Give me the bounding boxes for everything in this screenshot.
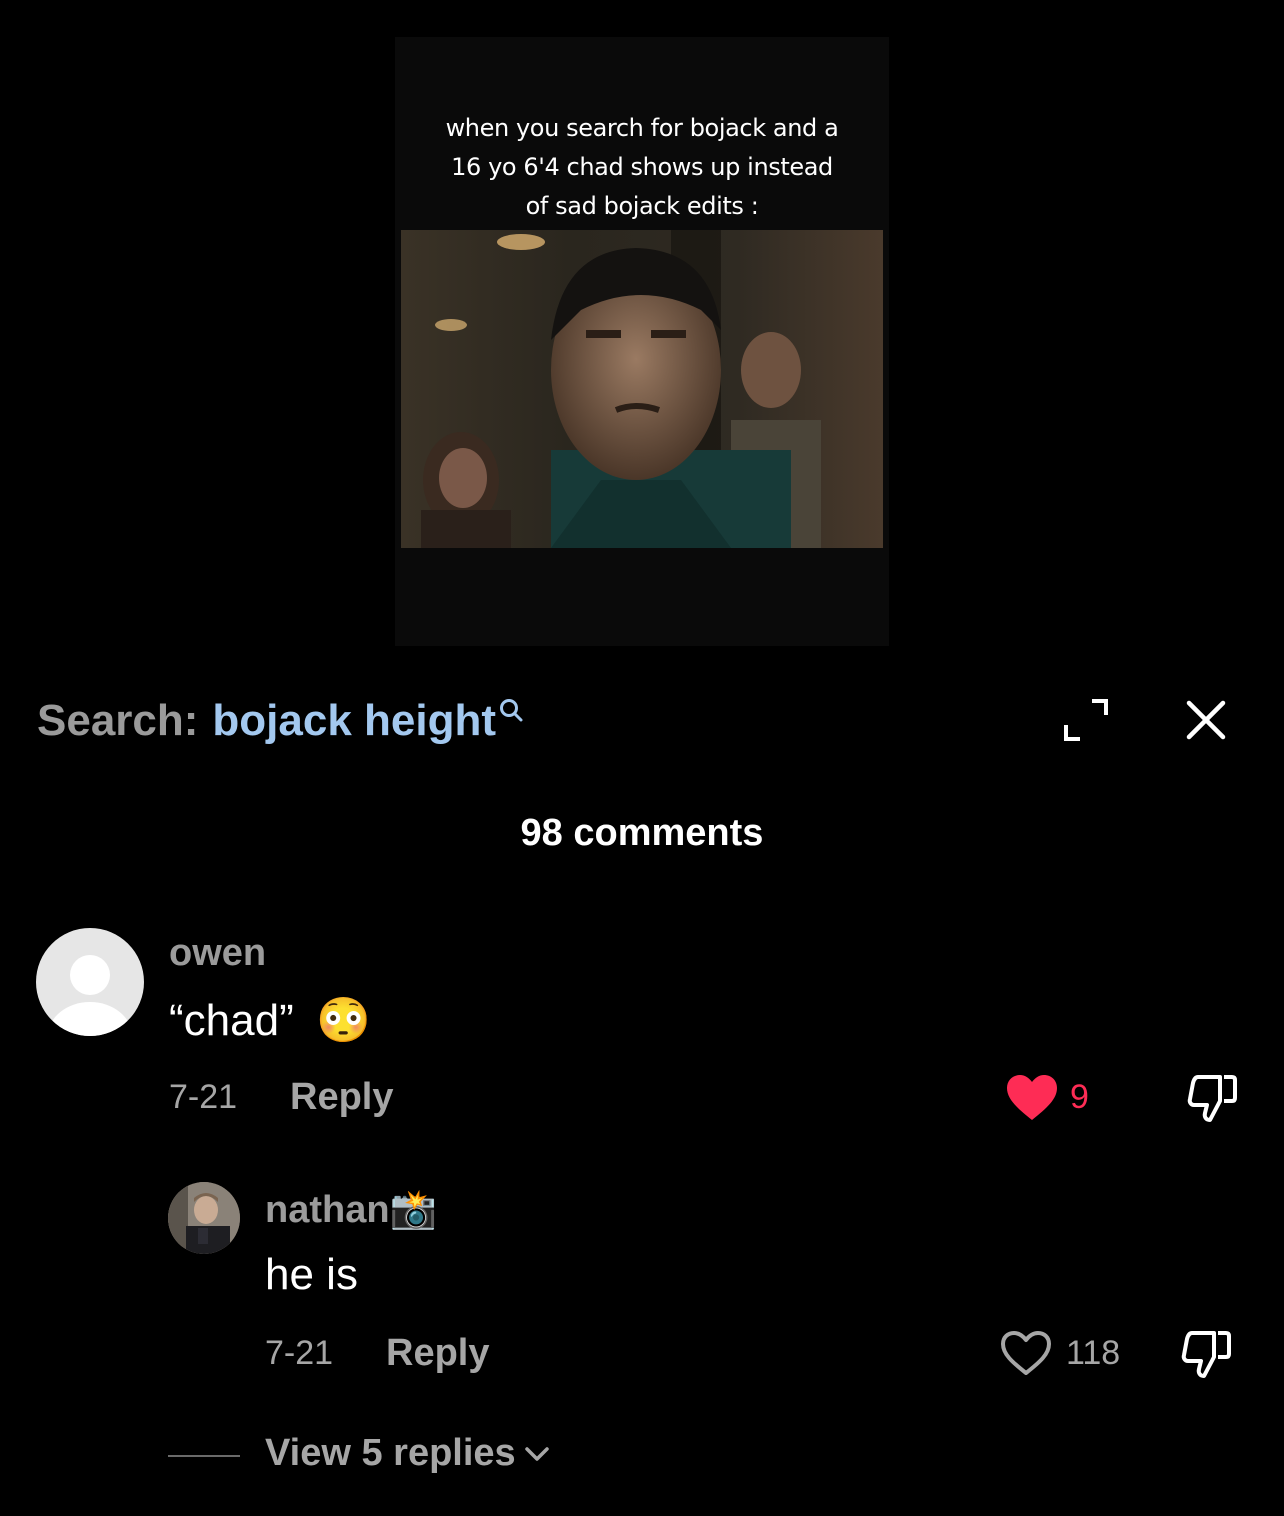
close-icon[interactable] [1184, 698, 1228, 742]
comment-text: “chad” 😳 [169, 994, 371, 1046]
comment-date: 7-21 [169, 1078, 238, 1116]
comment-username[interactable]: owen [169, 932, 266, 975]
search-term[interactable]: bojack height [212, 696, 496, 746]
dislike-icon[interactable] [1186, 1074, 1238, 1124]
comment-username[interactable]: nathan📸 [265, 1188, 437, 1232]
like-count: 9 [1070, 1078, 1089, 1116]
view-replies-label[interactable]: View 5 replies [265, 1432, 516, 1475]
comments-count: 98 comments [520, 812, 764, 854]
video-caption: when you search for bojack and a 16 yo 6… [395, 109, 889, 226]
like-count: 118 [1066, 1334, 1121, 1372]
flushed-emoji: 😳 [315, 996, 371, 1045]
heart-filled-icon[interactable] [1005, 1074, 1059, 1122]
search-bar[interactable]: Search: bojack height [37, 693, 524, 749]
reply-button[interactable]: Reply [290, 1076, 393, 1119]
reply-button[interactable]: Reply [386, 1332, 489, 1375]
avatar[interactable] [36, 928, 144, 1036]
search-icon[interactable] [498, 697, 524, 723]
view-replies-button[interactable]: View 5 replies [265, 1432, 550, 1475]
video-frame [401, 230, 883, 548]
search-label: Search: [37, 696, 199, 745]
comment-text-body: “chad” [169, 996, 294, 1045]
caption-line: when you search for bojack and a [445, 114, 839, 142]
replies-divider [168, 1455, 240, 1457]
comment-text: he is [265, 1250, 358, 1299]
avatar[interactable] [168, 1182, 240, 1254]
caption-line: 16 yo 6'4 chad shows up instead [451, 153, 833, 181]
username-text[interactable]: nathan [265, 1189, 390, 1231]
heart-outline-icon[interactable] [1000, 1330, 1052, 1376]
caption-line: of sad bojack edits : [525, 192, 759, 220]
expand-icon[interactable] [1062, 697, 1110, 743]
comment-date: 7-21 [265, 1334, 334, 1372]
camera-flash-emoji: 📸 [389, 1189, 437, 1231]
chevron-down-icon[interactable] [524, 1445, 550, 1463]
dislike-icon[interactable] [1180, 1330, 1232, 1380]
video-preview[interactable]: when you search for bojack and a 16 yo 6… [395, 37, 889, 646]
